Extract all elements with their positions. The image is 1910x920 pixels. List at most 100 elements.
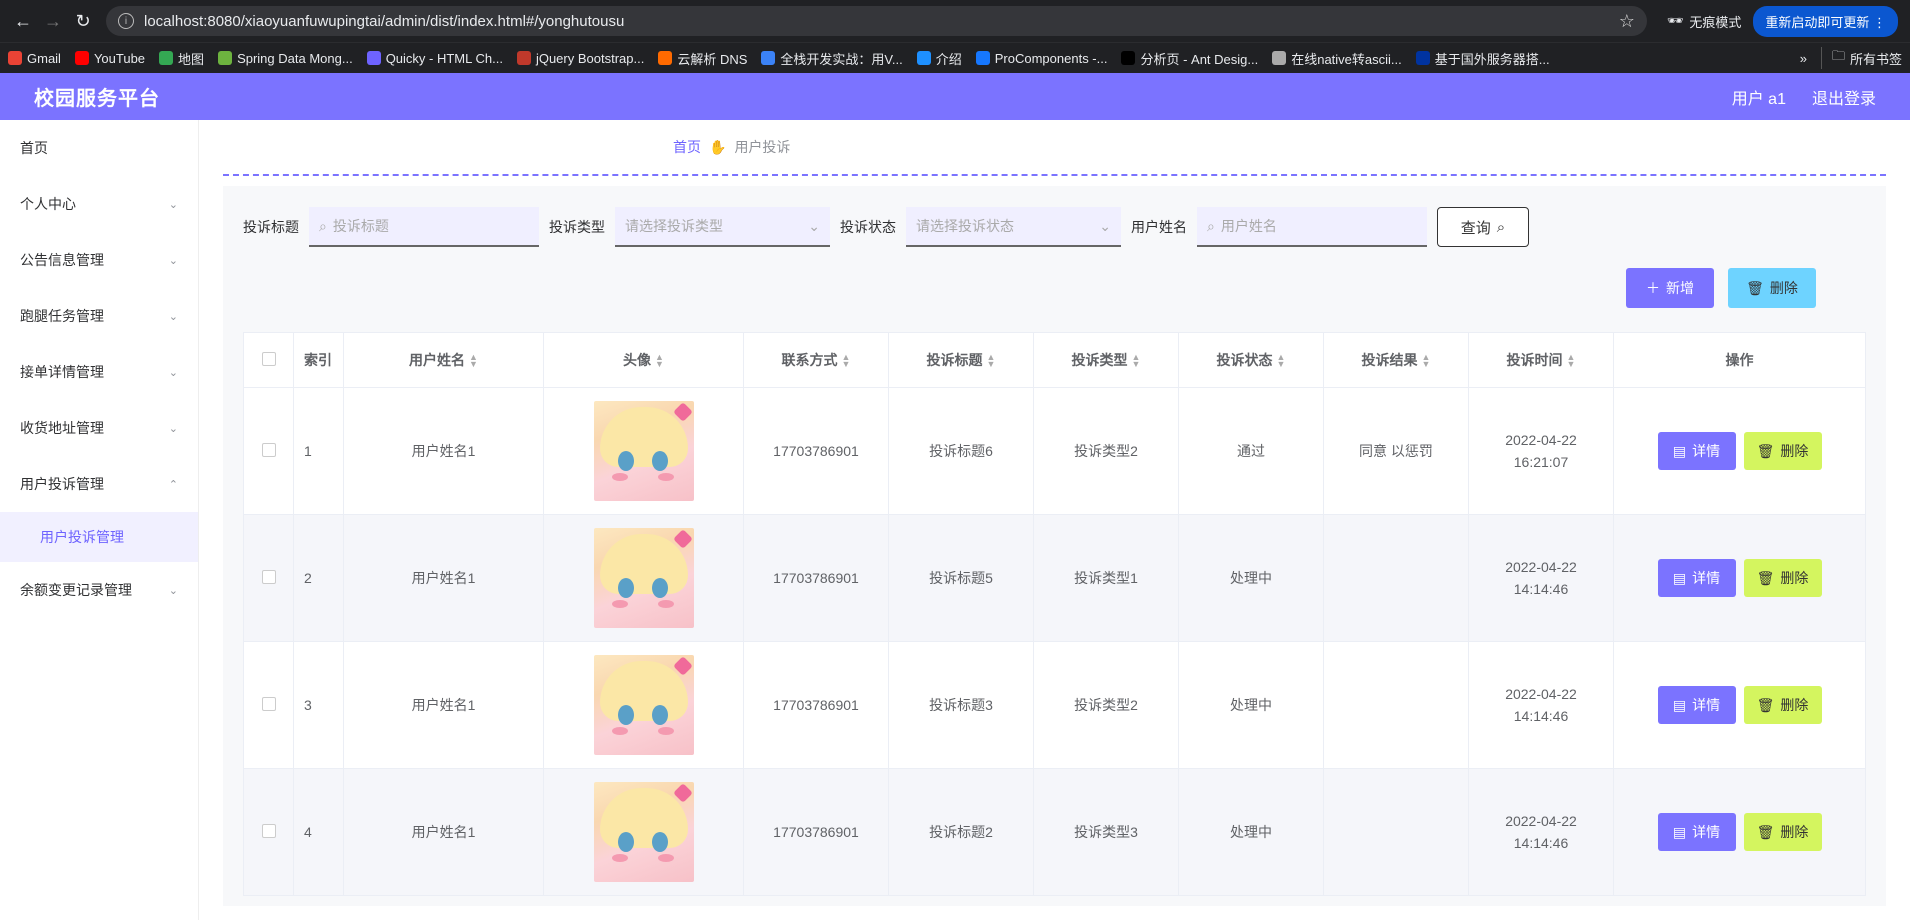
sort-icon[interactable]: ▲ ▼ [1567, 353, 1576, 369]
avatar-cell [543, 641, 744, 769]
bookmark-item[interactable]: YouTube [74, 51, 145, 66]
bookmark-label: 基于国外服务器搭... [1434, 51, 1550, 67]
sidebar-item-balance[interactable]: 余额变更记录管理 ⌄ [0, 562, 198, 618]
detail-button[interactable]: ▤ 详情 [1657, 559, 1736, 597]
type-select[interactable]: 请选择投诉类型 ⌄ [615, 207, 830, 247]
app-header: 校园服务平台 用户 a1 退出登录 [0, 73, 1910, 120]
sort-icon[interactable]: ▲ ▼ [1422, 353, 1431, 369]
avatar-image [593, 528, 694, 628]
sidebar-subitem-complaints[interactable]: 用户投诉管理 [0, 512, 198, 562]
name-search-input[interactable]: ⌕ 用户姓名 [1197, 207, 1427, 247]
sidebar-item[interactable]: 收货地址管理 ⌄ [0, 400, 198, 456]
sidebar-item-label: 接单详情管理 [20, 364, 104, 380]
sort-icon[interactable]: ▲ ▼ [655, 353, 664, 369]
bookmark-star-icon[interactable]: ☆ [1619, 11, 1635, 32]
detail-button[interactable]: ▤ 详情 [1657, 813, 1736, 851]
bookmark-favicon-icon [761, 51, 776, 65]
row-checkbox[interactable] [261, 569, 276, 584]
status-select[interactable]: 请选择投诉状态 ⌄ [906, 207, 1121, 247]
bookmark-item[interactable]: 介绍 [916, 49, 962, 68]
update-button[interactable]: 重新启动即可更新 ⋮ [1753, 5, 1898, 37]
bookmark-item[interactable]: 基于国外服务器搭... [1415, 49, 1550, 68]
sidebar-item-label: 余额变更记录管理 [20, 582, 132, 598]
name-cell: 用户姓名1 [343, 387, 544, 515]
status-cell: 处理中 [1178, 514, 1324, 642]
table-row: 1 用户姓名1 17703786901 投诉标题6 投诉类型2 通过 同意 以惩罚 2022-… [243, 387, 1866, 515]
name-cell: 用户姓名1 [343, 768, 544, 896]
delete-button[interactable]: 🗑 删除 [1743, 559, 1822, 597]
column-header-label: 投诉类型 [1071, 352, 1128, 368]
column-header[interactable]: 操作 [1613, 332, 1866, 388]
sidebar-item[interactable]: 接单详情管理 ⌄ [0, 344, 198, 400]
sidebar-item[interactable]: 公告信息管理 ⌄ [0, 232, 198, 288]
detail-button[interactable]: ▤ 详情 [1657, 686, 1736, 724]
bookmark-item[interactable]: 全栈开发实战：用V... [761, 49, 903, 68]
site-info-icon[interactable]: i [118, 13, 134, 29]
bookmark-item[interactable]: jQuery Bootstrap... [516, 50, 645, 66]
all-bookmarks-label: 所有书签 [1849, 51, 1902, 67]
column-header[interactable]: 投诉结果 ▲ ▼ [1323, 332, 1469, 388]
all-bookmarks[interactable]: 🗀 所有书签 [1820, 47, 1902, 69]
forward-icon[interactable]: → [38, 6, 68, 36]
bookmark-label: Gmail [27, 50, 61, 66]
sort-icon[interactable]: ▲ ▼ [987, 353, 996, 369]
more-bookmarks-icon[interactable]: » [1800, 51, 1807, 66]
row-checkbox[interactable] [261, 696, 276, 711]
bookmark-item[interactable]: 在线native转ascii... [1272, 49, 1402, 68]
bookmark-favicon-icon [74, 51, 89, 65]
select-all-checkbox[interactable] [261, 351, 276, 366]
sort-icon[interactable]: ▲ ▼ [1132, 353, 1141, 369]
index-cell: 3 [293, 641, 344, 769]
bookmark-favicon-icon [8, 51, 22, 65]
bookmark-item[interactable]: 分析页 - Ant Desig... [1121, 49, 1258, 68]
sidebar-item[interactable]: 用户投诉管理 ⌃ [0, 456, 198, 512]
column-header[interactable]: 头像 ▲ ▼ [543, 332, 744, 388]
reload-icon[interactable]: ↻ [68, 6, 98, 36]
column-header[interactable]: 投诉标题 ▲ ▼ [888, 332, 1034, 388]
breadcrumb: 首页 ✋ 用户投诉 [223, 120, 1886, 176]
delete-button[interactable]: 🗑 删除 [1743, 686, 1822, 724]
bookmark-item[interactable]: 云解析 DNS [658, 49, 747, 68]
delete-button[interactable]: 🗑 删除 [1743, 432, 1822, 470]
column-header[interactable]: 投诉类型 ▲ ▼ [1033, 332, 1179, 388]
breadcrumb-home[interactable]: 首页 [673, 137, 701, 157]
bookmark-item[interactable]: 地图 [159, 49, 204, 68]
back-icon[interactable]: ← [8, 6, 38, 36]
sort-icon[interactable]: ▲ ▼ [1277, 353, 1286, 369]
sidebar: 首页 个人中心 ⌄ 公告信息管理 ⌄ 跑腿任务管理 ⌄ 接单详情管理 ⌄ 收货地址管理 ⌄ 用户投诉管… [0, 120, 199, 920]
bookmark-item[interactable]: Spring Data Mong... [218, 51, 353, 66]
sidebar-item[interactable]: 跑腿任务管理 ⌄ [0, 288, 198, 344]
logout-link[interactable]: 退出登录 [1812, 85, 1876, 109]
bookmark-label: jQuery Bootstrap... [535, 50, 645, 66]
result-cell [1323, 514, 1469, 642]
detail-button[interactable]: ▤ 详情 [1657, 432, 1736, 470]
sort-icon[interactable]: ▲ ▼ [842, 353, 851, 369]
bulk-delete-button[interactable]: 🗑 删除 [1728, 268, 1816, 308]
delete-button[interactable]: 🗑 删除 [1743, 813, 1822, 851]
add-label: 新增 [1666, 280, 1694, 296]
incognito-indicator[interactable]: 🕶 无痕模式 [1655, 12, 1754, 31]
title-search-input[interactable]: ⌕ 投诉标题 [309, 207, 539, 247]
add-button[interactable]: ＋ 新增 [1626, 268, 1714, 308]
sidebar-item[interactable]: 首页 [0, 120, 198, 176]
bookmark-item[interactable]: ProComponents -... [975, 51, 1107, 66]
column-header[interactable]: 联系方式 ▲ ▼ [743, 332, 889, 388]
column-header[interactable]: 用户姓名 ▲ ▼ [343, 332, 544, 388]
bookmarks-bar: Gmail YouTube 地图 Spring Data Mong... Quicky … [0, 42, 1910, 73]
column-header[interactable]: 索引 [293, 332, 344, 388]
bookmark-label: 介绍 [935, 51, 962, 67]
address-bar[interactable]: i localhost:8080/xiaoyuanfuwupingtai/adm… [106, 6, 1647, 36]
column-header[interactable]: 投诉时间 ▲ ▼ [1468, 332, 1614, 388]
query-button[interactable]: 查询 ⌕ [1437, 207, 1529, 247]
sort-icon[interactable]: ▲ ▼ [469, 353, 478, 369]
status-placeholder: 请选择投诉状态 [916, 218, 1014, 234]
sidebar-item[interactable]: 个人中心 ⌄ [0, 176, 198, 232]
bookmark-item[interactable]: Gmail [8, 51, 61, 66]
row-checkbox[interactable] [261, 442, 276, 457]
row-checkbox[interactable] [261, 823, 276, 838]
url-text[interactable]: localhost:8080/xiaoyuanfuwupingtai/admin… [144, 13, 1619, 30]
detail-label: 详情 [1692, 824, 1721, 840]
chevron-down-icon: ⌄ [1099, 217, 1111, 234]
bookmark-item[interactable]: Quicky - HTML Ch... [366, 51, 503, 66]
column-header[interactable]: 投诉状态 ▲ ▼ [1178, 332, 1324, 388]
